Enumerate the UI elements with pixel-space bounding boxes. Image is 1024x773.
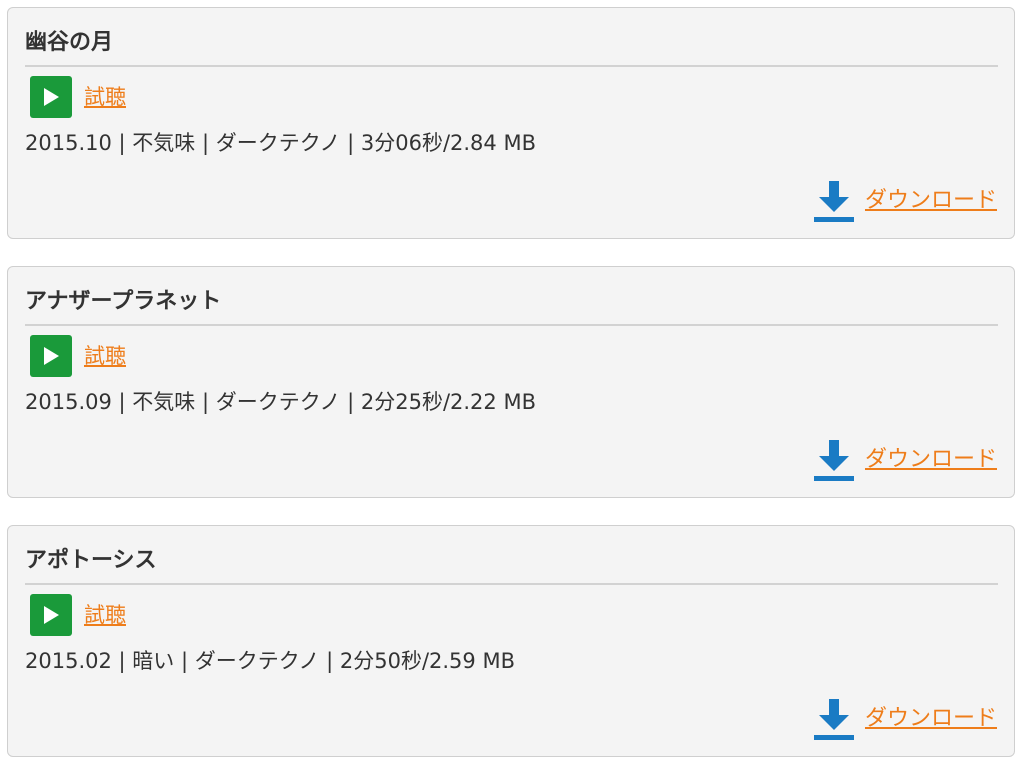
listen-link[interactable]: 試聴 xyxy=(84,600,126,630)
track-title: 幽谷の月 xyxy=(25,30,114,55)
listen-link[interactable]: 試聴 xyxy=(84,82,126,112)
listen-row: 試聴 xyxy=(30,594,126,636)
download-row: ダウンロード xyxy=(813,178,997,224)
title-divider xyxy=(25,65,998,67)
download-row: ダウンロード xyxy=(813,437,997,483)
download-icon[interactable] xyxy=(813,438,855,482)
track-card: アナザープラネット 試聴 2015.09 | 不気味 | ダークテクノ | 2分… xyxy=(7,266,1015,498)
track-meta: 2015.02 | 暗い | ダークテクノ | 2分50秒/2.59 MB xyxy=(25,649,515,673)
play-icon xyxy=(44,88,59,106)
listen-row: 試聴 xyxy=(30,76,126,118)
track-card: 幽谷の月 試聴 2015.10 | 不気味 | ダークテクノ | 3分06秒/2… xyxy=(7,7,1015,239)
play-icon xyxy=(44,606,59,624)
track-card: アポトーシス 試聴 2015.02 | 暗い | ダークテクノ | 2分50秒/… xyxy=(7,525,1015,757)
download-link[interactable]: ダウンロード xyxy=(865,186,997,216)
play-button[interactable] xyxy=(30,76,72,118)
title-divider xyxy=(25,324,998,326)
download-row: ダウンロード xyxy=(813,696,997,742)
download-icon[interactable] xyxy=(813,179,855,223)
download-link[interactable]: ダウンロード xyxy=(865,704,997,734)
title-divider xyxy=(25,583,998,585)
listen-row: 試聴 xyxy=(30,335,126,377)
listen-link[interactable]: 試聴 xyxy=(84,341,126,371)
play-icon xyxy=(44,347,59,365)
track-title: アナザープラネット xyxy=(25,289,222,314)
play-button[interactable] xyxy=(30,594,72,636)
track-meta: 2015.09 | 不気味 | ダークテクノ | 2分25秒/2.22 MB xyxy=(25,390,536,414)
track-meta: 2015.10 | 不気味 | ダークテクノ | 3分06秒/2.84 MB xyxy=(25,131,536,155)
track-list: 幽谷の月 試聴 2015.10 | 不気味 | ダークテクノ | 3分06秒/2… xyxy=(0,0,1024,773)
download-link[interactable]: ダウンロード xyxy=(865,445,997,475)
play-button[interactable] xyxy=(30,335,72,377)
download-icon[interactable] xyxy=(813,697,855,741)
track-title: アポトーシス xyxy=(25,548,157,573)
